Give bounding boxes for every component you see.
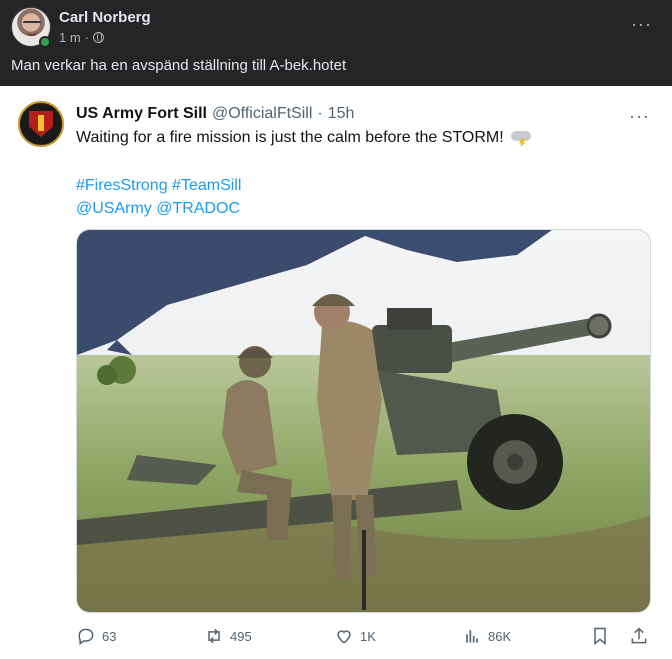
views-count: 86K — [488, 628, 512, 644]
repost-count: 495 — [230, 628, 252, 644]
like-count: 1K — [360, 628, 376, 644]
online-status-dot — [39, 36, 51, 48]
mention-usarmy[interactable]: @USArmy — [76, 200, 152, 217]
reply-icon — [78, 628, 94, 645]
embedded-tweet: US Army Fort Sill @OfficialFtSill · 15h … — [0, 86, 672, 659]
tweet-author-name[interactable]: US Army Fort Sill — [76, 105, 207, 123]
cloud-lightning-icon — [511, 129, 533, 147]
post-header: Carl Norberg 1 m · ··· — [0, 0, 672, 56]
hashtag-teamsill[interactable]: #TeamSill — [172, 177, 241, 194]
share-icon — [631, 627, 647, 644]
fort-sill-logo — [29, 111, 53, 137]
tweet-photo[interactable] — [76, 229, 651, 613]
hashtag-line: #FiresStrong #TeamSill — [76, 174, 241, 197]
mention-tradoc[interactable]: @TRADOC — [156, 200, 240, 217]
post-more-button[interactable]: ··· — [631, 14, 652, 35]
tweet-text: Waiting for a fire mission is just the c… — [76, 129, 504, 147]
tweet-more-button[interactable]: ··· — [629, 106, 650, 127]
reply-button[interactable]: 63 — [76, 626, 116, 646]
meta-separator: · — [84, 30, 90, 45]
post-time[interactable]: 1 m — [59, 30, 81, 45]
post-meta: 1 m · — [59, 30, 105, 45]
views-icon — [466, 630, 478, 643]
share-button[interactable] — [629, 626, 649, 646]
bookmark-icon — [594, 627, 606, 646]
heart-icon — [337, 630, 351, 644]
author-name[interactable]: Carl Norberg — [59, 9, 151, 26]
tweet-time[interactable]: 15h — [328, 105, 355, 123]
tweet-text-line: Waiting for a fire mission is just the c… — [76, 129, 533, 147]
mention-line: @USArmy @TRADOC — [76, 197, 241, 220]
repost-icon — [208, 628, 220, 644]
tweet-header: US Army Fort Sill @OfficialFtSill · 15h — [76, 105, 354, 123]
howitzer-breech — [372, 325, 452, 373]
repost-button[interactable]: 495 — [204, 626, 252, 646]
like-button[interactable]: 1K — [334, 626, 376, 646]
reply-count: 63 — [102, 628, 117, 644]
howitzer-photo — [77, 230, 650, 612]
bookmark-button[interactable] — [590, 626, 610, 646]
avatar-mouth — [27, 32, 37, 36]
tweet-author-handle[interactable]: @OfficialFtSill — [212, 105, 312, 123]
avatar-glasses — [23, 21, 41, 26]
globe-icon[interactable] — [93, 32, 105, 43]
tweet-author-avatar[interactable] — [18, 101, 64, 147]
tweet-action-bar: 63 495 1K 86K — [76, 626, 651, 650]
tweet-separator: · — [317, 105, 323, 122]
post-text: Man verkar ha en avspänd ställning till … — [11, 57, 347, 74]
hashtag-firesstrong[interactable]: #FiresStrong — [76, 177, 168, 194]
tweet-links: #FiresStrong #TeamSill @USArmy @TRADOC — [76, 174, 241, 220]
views-button[interactable]: 86K — [462, 626, 511, 646]
